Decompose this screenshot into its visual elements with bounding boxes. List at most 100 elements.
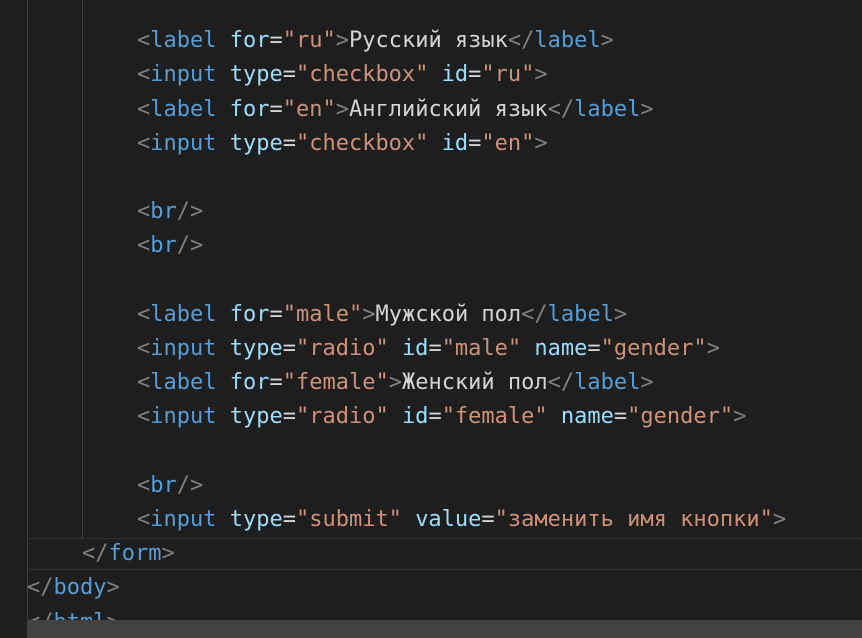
string-token: "male" [282,302,363,327]
horizontal-scrollbar[interactable] [27,620,862,638]
bracket-token: > [772,507,787,532]
tag-name-token: input [150,62,217,87]
code-line[interactable]: <input type="checkbox" id="ru"> [0,58,862,92]
attribute-name-token: type [229,131,283,156]
string-token: "ru" [282,28,336,53]
text-token: Мужской пол [375,302,522,327]
code-line[interactable] [0,161,862,195]
bracket-token: > [534,62,548,87]
code-line[interactable]: <br/> [0,229,862,263]
code-line[interactable]: </body> [0,571,862,605]
bracket-token: < [137,302,151,327]
string-token: "radio" [295,404,389,429]
tag-name-token: br [150,199,177,224]
bracket-token: > [161,541,175,566]
code-line[interactable]: <input type="radio" id="female" name="ge… [0,400,862,434]
code-line[interactable]: <label for="male">Мужской пол</label> [0,298,862,332]
bracket-token: < [137,199,151,224]
punctuation-token: = [282,131,296,156]
string-token: "заменить имя кнопки" [494,507,773,532]
bracket-token: < [137,62,151,87]
bracket-token: /> [176,199,204,224]
punctuation-token: = [269,97,283,122]
attribute-name-token: type [229,507,283,532]
bracket-token: > [335,28,349,53]
tag-name-token: label [534,28,601,53]
bracket-token: </ [82,541,109,566]
string-token: "checkbox" [295,131,429,156]
attribute-name-token: name [560,404,614,429]
code-line[interactable]: <br/> [0,469,862,503]
tag-name-token: label [547,302,614,327]
code-line[interactable] [0,264,862,298]
attribute-name-token: type [229,62,283,87]
bracket-token: > [706,336,720,361]
bracket-token: > [613,302,628,327]
punctuation-token: = [282,404,296,429]
punctuation-token: = [269,28,283,53]
string-token: "female" [441,404,548,429]
code-line[interactable]: <label for="en">Английский язык</label> [0,93,862,127]
attribute-name-token: id [441,62,469,87]
string-token: "checkbox" [295,62,429,87]
bracket-token: < [137,28,151,53]
code-line[interactable] [0,0,862,24]
string-token: "male" [441,336,522,361]
bracket-token: < [137,97,151,122]
tag-name-token: label [574,97,641,122]
bracket-token: </ [547,97,575,122]
punctuation-token: = [282,336,296,361]
bracket-token: > [640,97,654,122]
tag-name-token: body [53,575,107,600]
code-line[interactable]: <input type="submit" value="заменить имя… [0,503,862,537]
bracket-token: < [137,131,151,156]
bracket-token: </ [547,370,575,395]
attribute-name-token: id [441,131,469,156]
bracket-token: > [362,302,376,327]
attribute-name-token: name [534,336,588,361]
string-token: "gender" [627,404,734,429]
bracket-token: </ [27,575,54,600]
punctuation-token: = [468,62,482,87]
text-token: Английский язык [348,97,548,122]
bracket-token: < [137,473,151,498]
punctuation-token: = [428,336,442,361]
punctuation-token: = [587,336,601,361]
string-token: "radio" [295,336,389,361]
tag-name-token: input [150,404,217,429]
bracket-token: > [733,404,747,429]
tag-name-token: label [574,370,641,395]
bracket-token: </ [521,302,548,327]
string-token: "female" [282,370,389,395]
attribute-name-token: id [401,404,429,429]
bracket-token: > [388,370,402,395]
bracket-token: </ [507,28,535,53]
code-line[interactable]: <input type="radio" id="male" name="gend… [0,332,862,366]
code-line[interactable]: <input type="checkbox" id="en"> [0,127,862,161]
bracket-token: < [137,336,151,361]
code-line[interactable]: <br/> [0,195,862,229]
bracket-token: < [137,233,151,258]
bracket-token: /> [176,233,204,258]
tag-name-token: label [150,370,217,395]
tag-name-token: input [150,336,217,361]
bracket-token: > [335,97,349,122]
code-line[interactable]: <label for="ru">Русский язык</label> [0,24,862,58]
string-token: "ru" [481,62,535,87]
code-line[interactable]: <label for="female">Женский пол</label> [0,366,862,400]
attribute-name-token: id [401,336,429,361]
code-line[interactable] [0,435,862,469]
bracket-token: /> [176,473,204,498]
attribute-name-token: for [229,28,270,53]
bracket-token: < [137,404,151,429]
punctuation-token: = [481,507,495,532]
code-editor[interactable]: <label for="ru">Русский язык</label> <in… [0,0,862,638]
code-line[interactable]: </form> [0,537,862,571]
